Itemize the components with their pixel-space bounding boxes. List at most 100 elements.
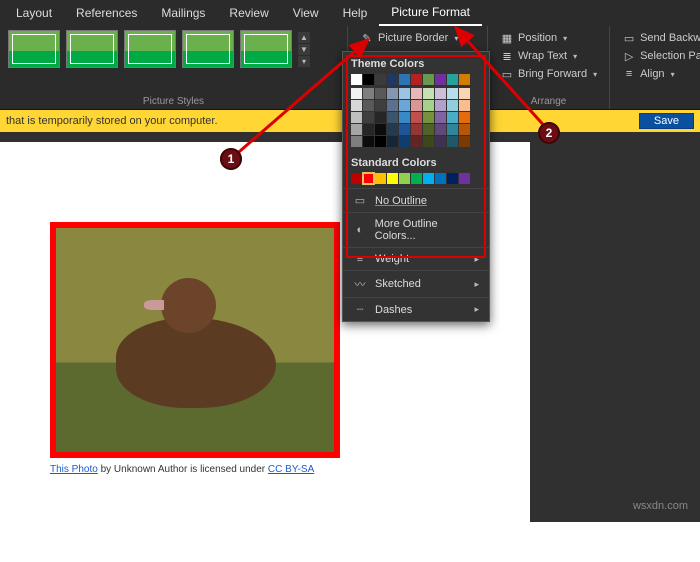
color-swatch[interactable]: [375, 124, 386, 135]
send-backward-button[interactable]: ▭Send Backward: [618, 30, 700, 46]
tab-references[interactable]: References: [64, 0, 149, 26]
tab-picture-format[interactable]: Picture Format: [379, 0, 482, 26]
color-swatch[interactable]: [399, 136, 410, 147]
color-swatch[interactable]: [351, 88, 362, 99]
color-swatch[interactable]: [423, 74, 434, 85]
color-swatch[interactable]: [435, 136, 446, 147]
color-swatch[interactable]: [399, 124, 410, 135]
color-swatch[interactable]: [423, 100, 434, 111]
color-swatch[interactable]: [387, 136, 398, 147]
color-swatch[interactable]: [435, 74, 446, 85]
color-swatch[interactable]: [387, 173, 398, 184]
color-swatch[interactable]: [447, 74, 458, 85]
style-thumb[interactable]: [8, 30, 60, 68]
more-outline-colors-item[interactable]: ◐More Outline Colors...: [343, 212, 489, 247]
color-swatch[interactable]: [375, 88, 386, 99]
selection-pane-button[interactable]: ▷Selection Pane: [618, 48, 700, 64]
color-swatch[interactable]: [387, 112, 398, 123]
chevron-up-icon[interactable]: ▲: [298, 32, 310, 43]
color-swatch[interactable]: [435, 88, 446, 99]
color-swatch[interactable]: [411, 74, 422, 85]
color-swatch[interactable]: [411, 173, 422, 184]
tab-help[interactable]: Help: [331, 0, 380, 26]
position-button[interactable]: ▦Position▾: [496, 30, 601, 46]
save-button[interactable]: Save: [639, 113, 694, 129]
color-swatch[interactable]: [447, 112, 458, 123]
tab-review[interactable]: Review: [217, 0, 280, 26]
align-button[interactable]: ≡Align▾: [618, 66, 700, 82]
dashes-item[interactable]: ┄Dashes▸: [343, 297, 489, 321]
color-swatch[interactable]: [459, 136, 470, 147]
color-swatch[interactable]: [435, 100, 446, 111]
color-swatch[interactable]: [351, 124, 362, 135]
color-swatch[interactable]: [387, 88, 398, 99]
color-swatch[interactable]: [459, 124, 470, 135]
color-swatch[interactable]: [399, 74, 410, 85]
color-swatch[interactable]: [363, 88, 374, 99]
color-swatch[interactable]: [447, 100, 458, 111]
color-swatch[interactable]: [363, 173, 374, 184]
color-swatch[interactable]: [375, 74, 386, 85]
tab-mailings[interactable]: Mailings: [149, 0, 217, 26]
color-swatch[interactable]: [411, 100, 422, 111]
style-thumb[interactable]: [240, 30, 292, 68]
style-thumb[interactable]: [124, 30, 176, 68]
color-swatch[interactable]: [399, 88, 410, 99]
color-swatch[interactable]: [423, 88, 434, 99]
color-swatch[interactable]: [375, 112, 386, 123]
color-swatch[interactable]: [459, 88, 470, 99]
color-swatch[interactable]: [387, 74, 398, 85]
caption-link-photo[interactable]: This Photo: [50, 464, 98, 475]
color-swatch[interactable]: [363, 100, 374, 111]
no-outline-item[interactable]: ▭No Outline: [343, 188, 489, 212]
color-swatch[interactable]: [447, 88, 458, 99]
bring-forward-button[interactable]: ▭Bring Forward▾: [496, 66, 601, 82]
color-swatch[interactable]: [351, 74, 362, 85]
color-swatch[interactable]: [447, 173, 458, 184]
color-swatch[interactable]: [435, 112, 446, 123]
color-swatch[interactable]: [399, 112, 410, 123]
color-swatch[interactable]: [411, 88, 422, 99]
color-swatch[interactable]: [351, 136, 362, 147]
tab-layout[interactable]: Layout: [4, 0, 64, 26]
color-swatch[interactable]: [375, 100, 386, 111]
color-swatch[interactable]: [423, 136, 434, 147]
color-swatch[interactable]: [447, 124, 458, 135]
color-swatch[interactable]: [399, 173, 410, 184]
chevron-down-icon[interactable]: ▼: [298, 44, 310, 55]
color-swatch[interactable]: [411, 136, 422, 147]
color-swatch[interactable]: [459, 173, 470, 184]
weight-item[interactable]: ≡Weight▸: [343, 247, 489, 270]
color-swatch[interactable]: [459, 74, 470, 85]
wrap-text-button[interactable]: ≣Wrap Text▾: [496, 48, 601, 64]
color-swatch[interactable]: [411, 112, 422, 123]
selected-picture[interactable]: [50, 222, 340, 458]
color-swatch[interactable]: [435, 124, 446, 135]
color-swatch[interactable]: [435, 173, 446, 184]
color-swatch[interactable]: [387, 124, 398, 135]
color-swatch[interactable]: [363, 136, 374, 147]
color-swatch[interactable]: [375, 173, 386, 184]
style-thumb[interactable]: [66, 30, 118, 68]
color-swatch[interactable]: [423, 124, 434, 135]
color-swatch[interactable]: [387, 100, 398, 111]
caption-link-license[interactable]: CC BY-SA: [268, 464, 314, 475]
color-swatch[interactable]: [351, 100, 362, 111]
color-swatch[interactable]: [363, 124, 374, 135]
color-swatch[interactable]: [351, 173, 362, 184]
color-swatch[interactable]: [351, 112, 362, 123]
tab-view[interactable]: View: [281, 0, 331, 26]
color-swatch[interactable]: [399, 100, 410, 111]
color-swatch[interactable]: [423, 173, 434, 184]
color-swatch[interactable]: [375, 136, 386, 147]
more-icon[interactable]: ▾: [298, 56, 310, 67]
style-thumb[interactable]: [182, 30, 234, 68]
color-swatch[interactable]: [363, 74, 374, 85]
color-swatch[interactable]: [423, 112, 434, 123]
color-swatch[interactable]: [363, 112, 374, 123]
color-swatch[interactable]: [411, 124, 422, 135]
picture-border-button[interactable]: ✎ Picture Border ▾: [356, 30, 479, 46]
color-swatch[interactable]: [447, 136, 458, 147]
sketched-item[interactable]: 〰Sketched▸: [343, 270, 489, 297]
color-swatch[interactable]: [459, 112, 470, 123]
